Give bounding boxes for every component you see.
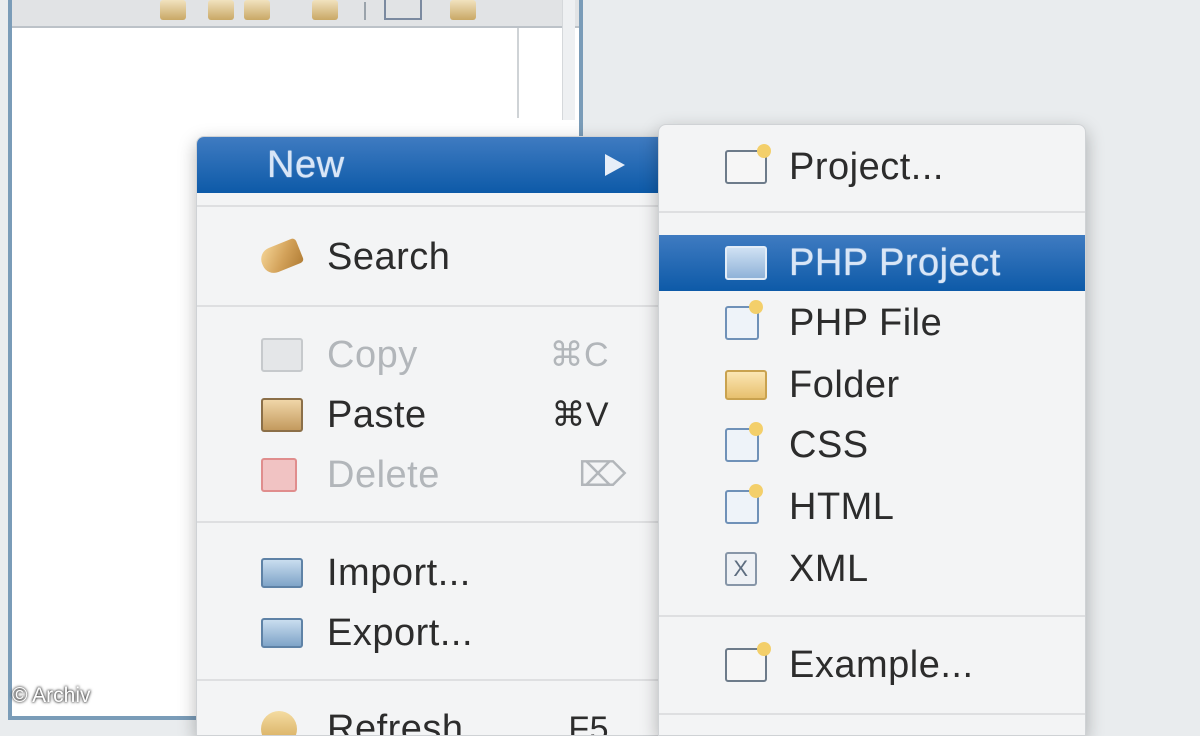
menu-separator [197, 205, 661, 207]
search-icon [258, 237, 305, 276]
context-menu: New Search Copy ⌘C Paste ⌘V Delete ⌦ Imp… [196, 136, 662, 736]
export-icon [261, 618, 303, 648]
menu-item-search-label: Search [327, 236, 450, 279]
submenu-item-php-file-label: PHP File [789, 302, 942, 345]
menu-item-new-label: New [267, 144, 345, 187]
menu-item-delete-label: Delete [327, 454, 440, 497]
menu-item-paste[interactable]: Paste ⌘V [197, 387, 661, 443]
menu-item-import[interactable]: Import... [197, 545, 661, 601]
toolbar-minimize-icon[interactable] [450, 0, 476, 20]
submenu-item-example[interactable]: Example... [659, 637, 1085, 693]
menu-item-refresh-label: Refresh [327, 708, 464, 736]
submenu-item-css-label: CSS [789, 424, 869, 467]
copy-icon [261, 338, 303, 372]
menu-separator [659, 211, 1085, 213]
menu-item-export[interactable]: Export... [197, 605, 661, 661]
menu-item-copy-label: Copy [327, 334, 418, 377]
paste-shortcut: ⌘V [551, 395, 609, 435]
submenu-item-folder[interactable]: Folder [659, 357, 1085, 413]
submenu-item-project-label: Project... [789, 146, 944, 189]
submenu-item-xml-label: XML [789, 548, 869, 591]
refresh-icon [261, 711, 297, 736]
toolbar-view-menu-icon[interactable] [384, 0, 422, 20]
paste-icon [261, 398, 303, 432]
menu-separator [659, 713, 1085, 715]
submenu-item-php-project-label: PHP Project [789, 242, 1001, 285]
menu-item-paste-label: Paste [327, 394, 427, 437]
example-icon [725, 648, 767, 682]
submenu-item-css[interactable]: CSS [659, 417, 1085, 473]
toolbar-link-icon[interactable] [208, 0, 234, 20]
panel-toolbar [12, 0, 579, 28]
menu-item-export-label: Export... [327, 612, 473, 655]
menu-separator [197, 521, 661, 523]
submenu-item-html-label: HTML [789, 486, 894, 529]
xml-file-icon: X [725, 552, 757, 586]
new-submenu: Project... PHP Project PHP File Folder C… [658, 124, 1086, 736]
menu-item-refresh[interactable]: Refresh F5 [197, 701, 661, 736]
menu-separator [659, 615, 1085, 617]
toolbar-collapse-icon[interactable] [160, 0, 186, 20]
php-project-icon [725, 246, 767, 280]
css-file-icon [725, 428, 759, 462]
panel-scrollbar[interactable] [562, 0, 575, 120]
menu-item-copy: Copy ⌘C [197, 327, 661, 383]
submenu-item-xml[interactable]: X XML [659, 541, 1085, 597]
menu-item-new[interactable]: New [197, 137, 661, 193]
menu-item-delete: Delete ⌦ [197, 447, 661, 503]
submenu-item-php-project[interactable]: PHP Project [659, 235, 1085, 291]
menu-item-search[interactable]: Search [197, 229, 661, 285]
submenu-item-example-label: Example... [789, 644, 974, 687]
submenu-item-project[interactable]: Project... [659, 139, 1085, 195]
toolbar-separator [364, 2, 366, 20]
php-file-icon [725, 306, 759, 340]
submenu-item-folder-label: Folder [789, 364, 900, 407]
submenu-item-php-file[interactable]: PHP File [659, 295, 1085, 351]
toolbar-filter-icon[interactable] [244, 0, 270, 20]
refresh-shortcut: F5 [568, 710, 609, 736]
folder-icon [725, 370, 767, 400]
copy-shortcut: ⌘C [549, 335, 609, 375]
menu-item-import-label: Import... [327, 552, 471, 595]
submenu-arrow-icon [605, 154, 625, 176]
menu-separator [197, 679, 661, 681]
html-file-icon [725, 490, 759, 524]
project-icon [725, 150, 767, 184]
submenu-item-html[interactable]: HTML [659, 479, 1085, 535]
toolbar-sync-icon[interactable] [312, 0, 338, 20]
copyright-watermark: © Archiv [12, 684, 91, 708]
delete-shortcut: ⌦ [578, 455, 627, 495]
delete-icon [261, 458, 297, 492]
import-icon [261, 558, 303, 588]
menu-separator [197, 305, 661, 307]
